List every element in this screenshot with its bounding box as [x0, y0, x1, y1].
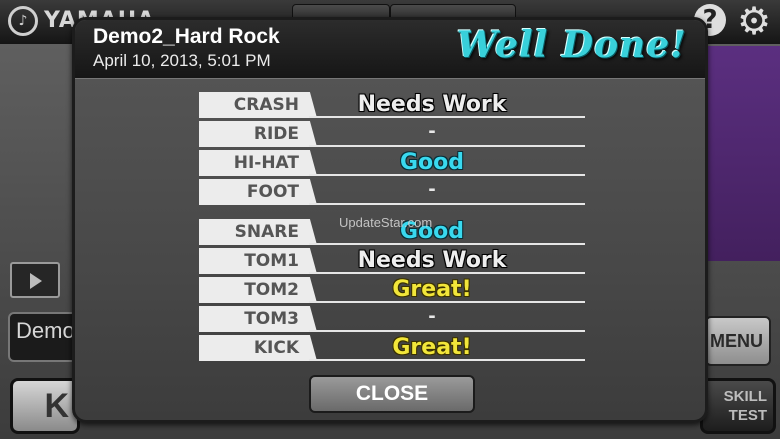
gear-icon[interactable]: ⚙ — [735, 2, 773, 40]
video-icon[interactable] — [10, 262, 60, 298]
menu-button[interactable]: MENU — [705, 316, 771, 366]
result-row-label: FOOT — [199, 179, 317, 205]
song-name-field[interactable]: Demo — [8, 312, 78, 362]
result-row-label: HI-HAT — [199, 150, 317, 176]
song-title: Demo2_Hard Rock — [93, 25, 280, 48]
result-row-kick: KICK Great! — [199, 335, 585, 363]
result-row-crash: CRASH Needs Work — [199, 92, 585, 120]
result-row-label: KICK — [199, 335, 317, 361]
yamaha-logo-icon: ♪ — [8, 6, 38, 36]
result-row-grade: Great! — [392, 335, 472, 360]
close-button[interactable]: CLOSE — [309, 375, 475, 413]
result-row-tom3: TOM3 - — [199, 306, 585, 334]
result-row-label: TOM2 — [199, 277, 317, 303]
result-row-ride: RIDE - — [199, 121, 585, 149]
results-dialog: Demo2_Hard Rock April 10, 2013, 5:01 PM … — [72, 17, 708, 423]
result-row-grade: - — [428, 121, 436, 142]
result-row-grade: - — [428, 306, 436, 327]
result-row-label: RIDE — [199, 121, 317, 147]
right-panel — [705, 46, 780, 261]
result-row-grade: Needs Work — [357, 92, 507, 117]
result-row-grade: - — [428, 179, 436, 200]
result-banner: Well Done! — [456, 24, 687, 66]
result-row-label: TOM3 — [199, 306, 317, 332]
watermark: UpdateStar.com — [339, 215, 433, 230]
bottom-left-button[interactable]: K — [10, 378, 80, 434]
result-row-grade: Good — [399, 150, 465, 175]
result-row-label: CRASH — [199, 92, 317, 118]
result-row-label: SNARE — [199, 219, 317, 245]
dialog-header: Demo2_Hard Rock April 10, 2013, 5:01 PM … — [75, 20, 705, 79]
result-row-grade: Needs Work — [357, 248, 507, 273]
result-row-grade: Great! — [392, 277, 472, 302]
result-row-tom2: TOM2 Great! — [199, 277, 585, 305]
skill-test-line2: TEST — [728, 407, 767, 424]
result-row-foot: FOOT - — [199, 179, 585, 207]
session-date: April 10, 2013, 5:01 PM — [93, 51, 271, 70]
skill-test-line1: SKILL — [723, 388, 767, 405]
result-row-hi-hat: HI-HAT Good — [199, 150, 585, 178]
skill-test-button[interactable]: SKILL TEST — [700, 378, 776, 434]
result-row-tom1: TOM1 Needs Work — [199, 248, 585, 276]
result-row-label: TOM1 — [199, 248, 317, 274]
